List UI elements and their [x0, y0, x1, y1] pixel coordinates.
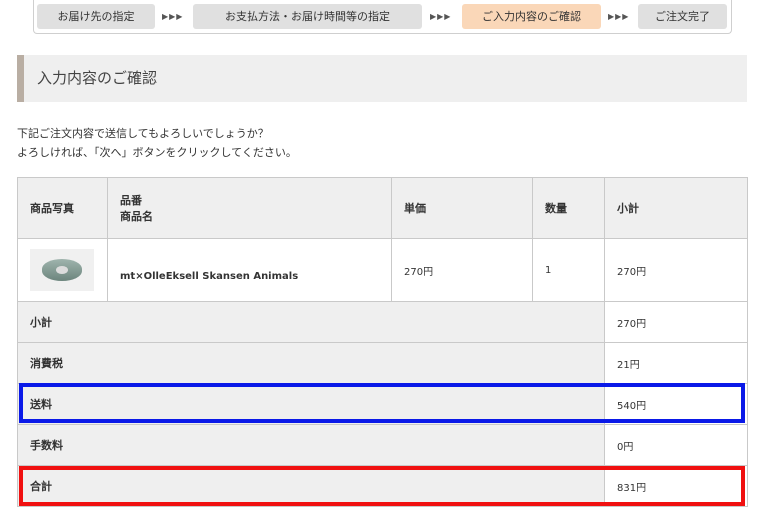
confirm-message: 下記ご注文内容で送信してもよろしいでしょうか？ よろしければ、「次へ」ボタンをク… — [17, 124, 297, 162]
confirm-message-line1: 下記ご注文内容で送信してもよろしいでしょうか？ — [17, 127, 269, 140]
step-arrow-icon: ▶▶▶ — [430, 12, 452, 21]
product-thumbnail — [30, 249, 94, 291]
fee-label: 手数料 — [17, 424, 605, 466]
step-confirm-current: ご入力内容のご確認 — [462, 4, 601, 29]
confirm-message-line2: よろしければ、「次へ」ボタンをクリックしてください。 — [17, 146, 297, 159]
page-title-bar: 入力内容のご確認 — [17, 55, 747, 102]
subtotal-row: 小計 270円 — [17, 301, 748, 343]
step-payment-method: お支払方法・お届け時間等の指定 — [193, 4, 422, 29]
subtotal-label: 小計 — [17, 301, 605, 343]
header-subtotal: 小計 — [604, 177, 748, 239]
product-name: mt×OlleEksell Skansen Animals — [120, 271, 299, 282]
fee-row: 手数料 0円 — [17, 424, 748, 466]
table-row: mt×OlleEksell Skansen Animals 270円 1 270… — [17, 238, 748, 302]
order-summary-table: 商品写真 品番 商品名 単価 数量 小計 mt×OlleEksell Skans… — [17, 177, 748, 507]
tax-value: 21円 — [604, 342, 748, 384]
step-delivery-address: お届け先の指定 — [37, 4, 155, 29]
product-subtotal: 270円 — [604, 238, 748, 302]
page-title: 入力内容のご確認 — [37, 69, 158, 87]
step-arrow-icon: ▶▶▶ — [608, 12, 630, 21]
product-quantity: 1 — [532, 238, 605, 302]
header-name: 商品名 — [120, 210, 153, 223]
step-complete: ご注文完了 — [638, 4, 727, 29]
product-unit-price: 270円 — [391, 238, 533, 302]
shipping-row: 送料 540円 — [17, 383, 748, 425]
total-row: 合計 831円 — [17, 465, 748, 507]
table-header-row: 商品写真 品番 商品名 単価 数量 小計 — [17, 177, 748, 239]
total-label: 合計 — [17, 465, 605, 507]
product-code — [120, 258, 379, 271]
header-code-name: 品番 商品名 — [107, 177, 392, 239]
total-value: 831円 — [604, 465, 748, 507]
header-unit-price: 単価 — [391, 177, 533, 239]
header-quantity: 数量 — [532, 177, 605, 239]
shipping-label: 送料 — [17, 383, 605, 425]
subtotal-value: 270円 — [604, 301, 748, 343]
product-code-name-cell: mt×OlleEksell Skansen Animals — [107, 238, 392, 302]
product-photo-cell — [17, 238, 108, 302]
shipping-value: 540円 — [604, 383, 748, 425]
fee-value: 0円 — [604, 424, 748, 466]
washi-tape-image — [42, 259, 82, 281]
tax-label: 消費税 — [17, 342, 605, 384]
header-code: 品番 — [120, 194, 142, 207]
header-photo: 商品写真 — [17, 177, 108, 239]
checkout-steps: お届け先の指定 ▶▶▶ お支払方法・お届け時間等の指定 ▶▶▶ ご入力内容のご確… — [33, 0, 732, 34]
tax-row: 消費税 21円 — [17, 342, 748, 384]
step-arrow-icon: ▶▶▶ — [162, 12, 184, 21]
